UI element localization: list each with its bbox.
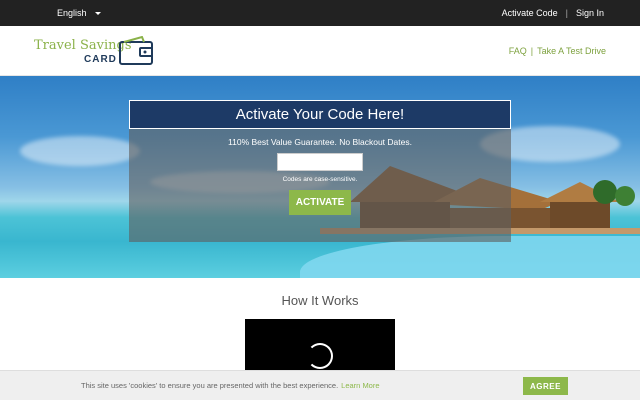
cloud (20, 136, 140, 166)
logo-text-secondary: CARD (84, 54, 117, 65)
wallet-icon (119, 36, 153, 65)
panel-title: Activate Your Code Here! (129, 100, 511, 129)
case-sensitive-note: Codes are case-sensitive. (282, 176, 358, 183)
sign-in-link[interactable]: Sign In (576, 8, 604, 18)
cookie-consent-bar: This site uses 'cookies' to ensure you a… (0, 370, 640, 400)
activate-code-link[interactable]: Activate Code (502, 8, 558, 18)
faq-link[interactable]: FAQ (509, 46, 527, 56)
take-test-drive-link[interactable]: Take A Test Drive (537, 46, 606, 56)
language-selector[interactable]: English (57, 8, 101, 18)
panel-body: 110% Best Value Guarantee. No Blackout D… (129, 129, 511, 242)
header-links: FAQ | Take A Test Drive (509, 46, 606, 56)
agree-button[interactable]: AGREE (523, 377, 568, 395)
language-label: English (57, 8, 87, 18)
top-links-separator: | (565, 8, 568, 18)
top-links: Activate Code | Sign In (502, 8, 604, 18)
logo-text-primary: Travel Savings (34, 38, 132, 53)
guarantee-text: 110% Best Value Guarantee. No Blackout D… (228, 137, 412, 147)
header-links-separator: | (530, 46, 534, 56)
how-it-works-heading: How It Works (281, 293, 359, 308)
top-bar: English Activate Code | Sign In (0, 0, 640, 26)
activation-code-input[interactable] (277, 153, 363, 171)
learn-more-link[interactable]: Learn More (341, 381, 379, 390)
activate-code-panel: Activate Your Code Here! 110% Best Value… (129, 100, 511, 242)
loading-spinner-icon (307, 343, 333, 369)
activate-button[interactable]: ACTIVATE (289, 190, 351, 215)
hero-banner: Activate Your Code Here! 110% Best Value… (0, 76, 640, 278)
cookie-message: This site uses 'cookies' to ensure you a… (81, 381, 380, 390)
cookie-message-text: This site uses 'cookies' to ensure you a… (81, 381, 339, 390)
caret-down-icon (94, 11, 101, 15)
travel-savings-card-logo[interactable]: Travel Savings CARD (34, 34, 156, 70)
site-header: Travel Savings CARD FAQ | Take A Test Dr… (0, 26, 640, 76)
